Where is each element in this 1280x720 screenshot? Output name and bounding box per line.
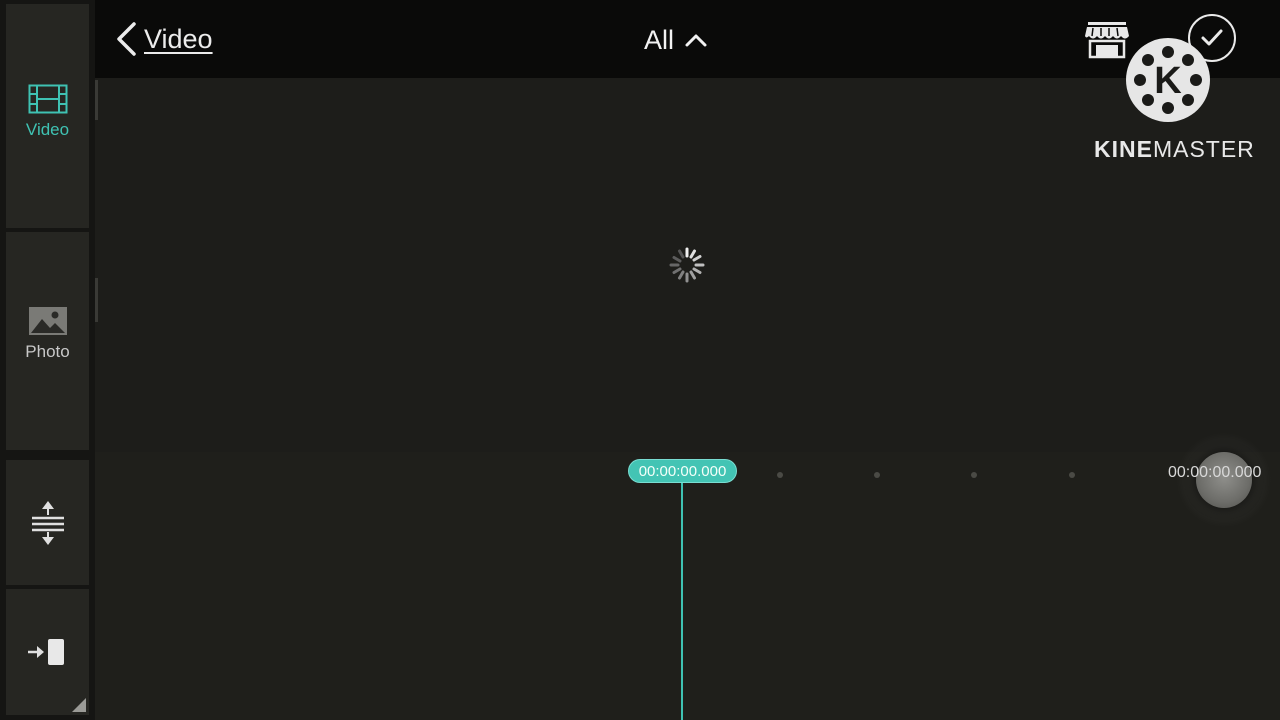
timeline-tick — [1069, 472, 1075, 478]
back-button[interactable]: Video — [112, 14, 213, 64]
insert-clip-button[interactable] — [6, 589, 89, 715]
timeline-tick — [971, 472, 977, 478]
back-button-label: Video — [144, 23, 213, 54]
loading-spinner-icon — [669, 247, 705, 283]
sidebar-tab-video-label: Video — [25, 120, 70, 139]
total-duration: 00:00:00.000 — [1168, 464, 1262, 481]
resize-corner-icon[interactable] — [72, 698, 86, 712]
playhead-line[interactable] — [681, 483, 683, 720]
expand-vertical-icon — [31, 500, 64, 545]
scroll-indicator[interactable] — [95, 278, 98, 322]
kinemaster-logo-icon: K — [1126, 38, 1210, 122]
timeline-tick — [777, 472, 783, 478]
filter-label: All — [644, 24, 675, 55]
timeline-tick — [874, 472, 880, 478]
logo-letter: K — [1154, 60, 1182, 102]
kinemaster-watermark: K KINEMASTER — [1094, 38, 1254, 166]
playhead-time[interactable]: 00:00:00.000 — [628, 459, 737, 483]
sidebar-tab-photo-label: Photo — [25, 342, 70, 361]
chevron-left-icon — [117, 22, 136, 56]
insert-clip-icon — [27, 639, 64, 665]
expand-timeline-button[interactable] — [6, 460, 89, 585]
chevron-up-icon — [685, 34, 707, 47]
watermark-text: KINEMASTER — [1094, 136, 1254, 163]
sidebar-tab-photo[interactable]: Photo — [6, 232, 89, 450]
sidebar-tab-video[interactable]: Video — [6, 4, 89, 228]
image-icon — [28, 307, 67, 335]
scroll-indicator[interactable] — [95, 80, 98, 120]
watermark-brand-rest: MASTER — [1152, 136, 1255, 162]
filter-dropdown[interactable]: All — [644, 20, 708, 60]
timeline[interactable] — [95, 452, 1280, 720]
watermark-brand-bold: KINE — [1094, 136, 1153, 162]
film-icon — [28, 84, 67, 114]
